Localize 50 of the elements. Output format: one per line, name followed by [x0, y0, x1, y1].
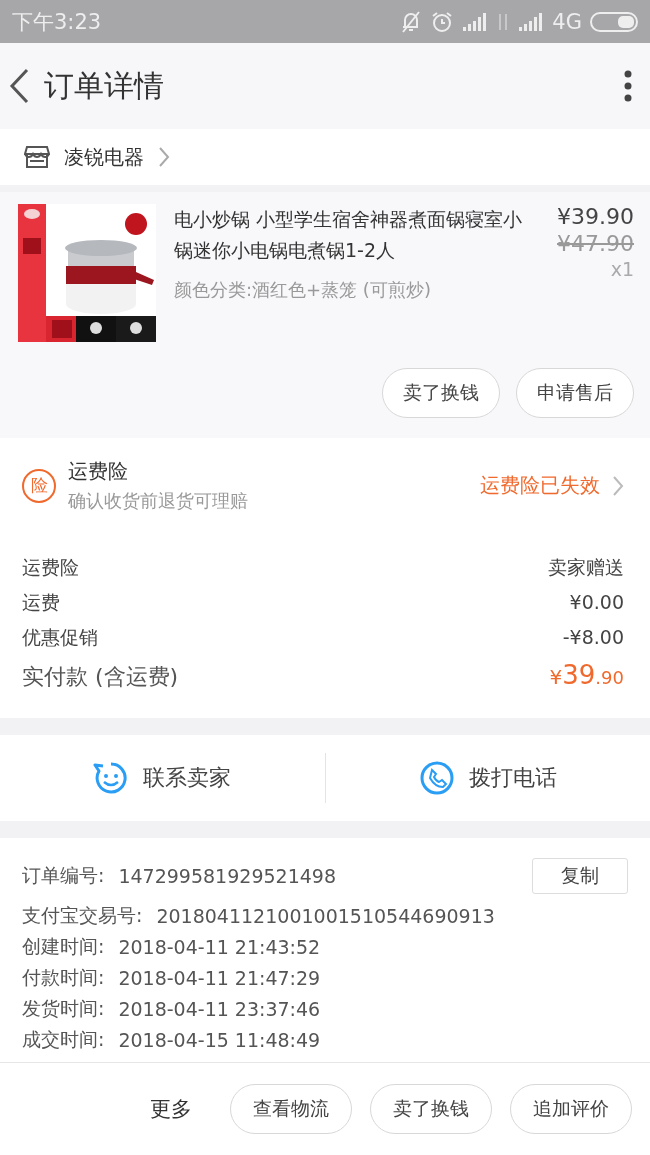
- bell-off-icon: [400, 9, 423, 34]
- insurance-subtitle: 确认收货前退货可理赔: [68, 489, 249, 513]
- battery-icon: [590, 11, 638, 32]
- info-label: 支付宝交易号:: [22, 903, 143, 928]
- info-label: 发货时间:: [22, 996, 105, 1021]
- info-label: 成交时间:: [22, 1027, 105, 1052]
- cost-value: -¥8.00: [562, 626, 624, 648]
- cost-label: 运费: [22, 590, 60, 615]
- info-label: 订单编号:: [22, 863, 105, 888]
- status-time: 下午3:23: [12, 8, 102, 36]
- info-label: 创建时间:: [22, 934, 105, 959]
- info-value: 2018-04-11 23:37:46: [118, 998, 321, 1020]
- contact-button[interactable]: 联系卖家: [0, 760, 325, 796]
- product-variant: 颜色分类:酒红色+蒸笼 (可煎炒): [174, 278, 432, 302]
- cost-label: 实付款 (含运费): [22, 663, 179, 691]
- action-button[interactable]: 卖了换钱: [382, 368, 500, 418]
- more-button[interactable]: 更多: [144, 1094, 198, 1124]
- cost-label: 运费险: [22, 555, 79, 580]
- action-button[interactable]: 卖了换钱: [370, 1084, 492, 1134]
- page-title: 订单详情: [44, 66, 165, 105]
- original-price: ¥47.90: [557, 231, 634, 256]
- contact-button[interactable]: 拨打电话: [325, 760, 650, 796]
- info-label: 付款时间:: [22, 965, 105, 990]
- signal-icon: [518, 11, 545, 32]
- product-quantity: x1: [610, 258, 634, 280]
- info-value: 2018-04-15 11:48:49: [118, 1029, 321, 1051]
- phone-icon: [418, 761, 455, 795]
- info-value: 147299581929521498: [118, 865, 336, 887]
- cost-value: ¥0.00: [569, 591, 624, 613]
- product-price: ¥39.90: [557, 204, 634, 229]
- action-button[interactable]: 查看物流: [230, 1084, 352, 1134]
- action-button[interactable]: 追加评价: [510, 1084, 632, 1134]
- info-value: 2018-04-11 21:47:29: [118, 967, 321, 989]
- action-button[interactable]: 申请售后: [516, 368, 634, 418]
- store-icon: [24, 145, 50, 169]
- more-icon[interactable]: [624, 70, 632, 102]
- total-amount: ¥39.90: [549, 660, 624, 690]
- insurance-title: 运费险: [68, 458, 129, 485]
- insurance-badge: 险: [22, 468, 56, 503]
- signal-icon: [462, 11, 489, 32]
- shop-name[interactable]: 凌锐电器: [64, 143, 144, 171]
- cost-label: 优惠促销: [22, 625, 98, 650]
- cost-value: 卖家赠送: [548, 555, 624, 580]
- info-value: 2018041121001001510544690913: [156, 905, 495, 927]
- back-icon[interactable]: [8, 68, 30, 104]
- smiley-chat-icon: [93, 761, 130, 795]
- product-title[interactable]: 电小炒锅 小型学生宿舍神器煮面锅寝室小锅迷你小电锅电煮锅1-2人: [174, 204, 539, 266]
- network-type: 4G: [552, 9, 582, 34]
- info-value: 2018-04-11 21:43:52: [118, 936, 321, 958]
- copy-button[interactable]: 复制: [532, 858, 628, 894]
